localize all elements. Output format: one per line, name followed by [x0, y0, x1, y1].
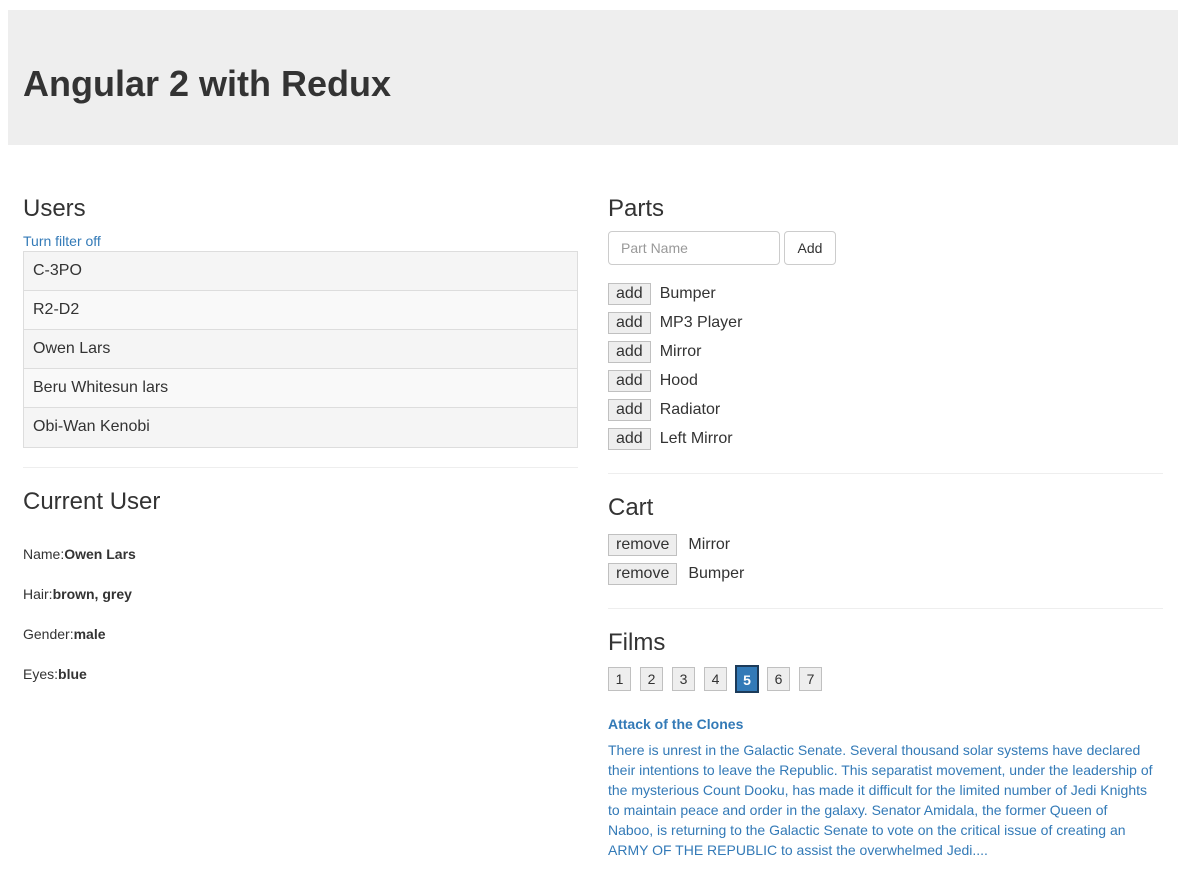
add-to-cart-button[interactable]: add — [608, 428, 651, 450]
part-label: Mirror — [659, 343, 702, 360]
cart-item-label: Mirror — [688, 536, 731, 553]
user-hair-row: Hair:brown, grey — [23, 586, 132, 602]
add-to-cart-button[interactable]: add — [608, 341, 651, 363]
user-list-item[interactable]: Owen Lars — [24, 330, 577, 369]
part-row: add Bumper — [608, 283, 716, 305]
add-part-button[interactable]: Add — [784, 231, 836, 265]
film-page-button[interactable]: 3 — [672, 667, 695, 691]
film-page-button-selected[interactable]: 5 — [735, 665, 759, 693]
add-to-cart-button[interactable]: add — [608, 312, 651, 334]
turn-filter-off-link[interactable]: Turn filter off — [23, 233, 101, 249]
user-gender-value: male — [73, 626, 106, 642]
film-page-button[interactable]: 7 — [799, 667, 822, 691]
users-heading: Users — [23, 195, 86, 222]
part-label: Left Mirror — [659, 430, 733, 447]
user-gender-label: Gender: — [23, 626, 74, 642]
film-title: Attack of the Clones — [608, 716, 744, 732]
remove-from-cart-button[interactable]: remove — [608, 563, 678, 585]
user-list-item[interactable]: C-3PO — [24, 252, 577, 291]
part-label: MP3 Player — [659, 314, 743, 331]
users-list: C-3PO R2-D2 Owen Lars Beru Whitesun lars… — [23, 251, 578, 448]
part-row: add MP3 Player — [608, 312, 742, 334]
film-page-button[interactable]: 6 — [767, 667, 790, 691]
user-list-item[interactable]: Beru Whitesun lars — [24, 369, 577, 408]
divider — [23, 467, 578, 468]
user-list-item[interactable]: R2-D2 — [24, 291, 577, 330]
add-to-cart-button[interactable]: add — [608, 370, 651, 392]
part-row: add Mirror — [608, 341, 701, 363]
user-list-item[interactable]: Obi-Wan Kenobi — [24, 408, 577, 447]
header-jumbotron: Angular 2 with Redux — [8, 10, 1178, 145]
cart-row: remove Bumper — [608, 563, 744, 585]
remove-from-cart-button[interactable]: remove — [608, 534, 678, 556]
part-name-input[interactable] — [608, 231, 780, 265]
part-label: Radiator — [659, 401, 721, 418]
parts-heading: Parts — [608, 195, 665, 222]
divider — [608, 608, 1163, 609]
user-eyes-value: blue — [58, 666, 87, 682]
part-label: Bumper — [659, 285, 716, 302]
films-heading: Films — [608, 629, 666, 656]
part-row: add Hood — [608, 370, 698, 392]
film-opening-crawl: There is unrest in the Galactic Senate. … — [608, 742, 1153, 858]
user-hair-value: brown, grey — [52, 586, 132, 602]
user-eyes-label: Eyes: — [23, 666, 59, 682]
part-row: add Left Mirror — [608, 428, 733, 450]
cart-item-label: Bumper — [688, 565, 745, 582]
divider — [608, 473, 1163, 474]
user-eyes-row: Eyes:blue — [23, 666, 87, 682]
add-to-cart-button[interactable]: add — [608, 399, 651, 421]
current-user-heading: Current User — [23, 488, 161, 515]
film-page-button[interactable]: 2 — [640, 667, 663, 691]
cart-row: remove Mirror — [608, 534, 730, 556]
part-label: Hood — [659, 372, 698, 389]
cart-heading: Cart — [608, 494, 654, 521]
part-row: add Radiator — [608, 399, 720, 421]
user-name-row: Name:Owen Lars — [23, 546, 136, 562]
film-page-button[interactable]: 4 — [704, 667, 727, 691]
film-page-button[interactable]: 1 — [608, 667, 631, 691]
user-gender-row: Gender:male — [23, 626, 106, 642]
page-title: Angular 2 with Redux — [23, 63, 392, 104]
add-to-cart-button[interactable]: add — [608, 283, 651, 305]
user-name-label: Name: — [23, 546, 65, 562]
user-name-value: Owen Lars — [64, 546, 136, 562]
user-hair-label: Hair: — [23, 586, 53, 602]
